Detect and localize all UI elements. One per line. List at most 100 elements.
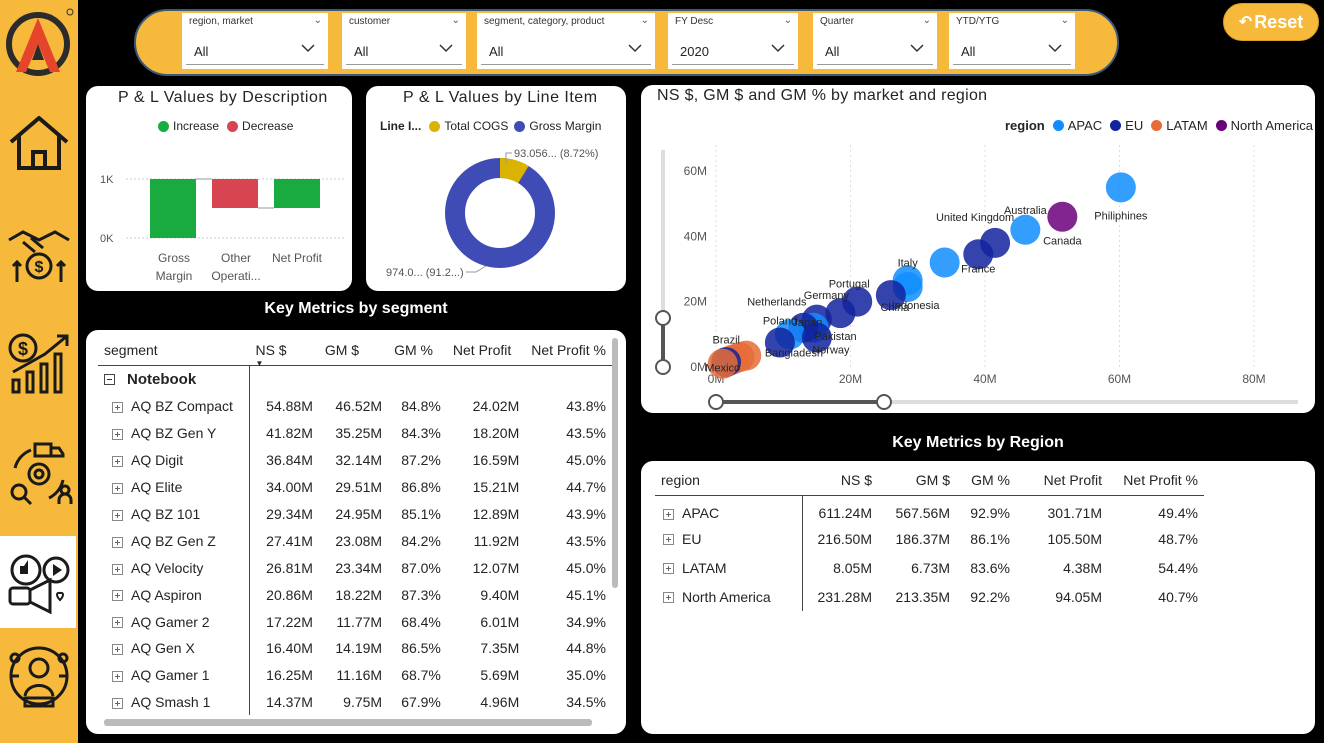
table-row[interactable]: AQ BZ 101 29.34M 24.95M 85.1% 12.89M 43.9% bbox=[98, 500, 612, 528]
table-cell: 9.40M bbox=[480, 586, 520, 603]
nav-home[interactable] bbox=[0, 96, 78, 188]
y-tick: 20M bbox=[684, 295, 707, 309]
table-row[interactable]: AQ Aspiron 20.86M 18.22M 87.3% 9.40M 45.1% bbox=[98, 581, 612, 609]
nav-marketing[interactable] bbox=[0, 536, 76, 628]
nav-supply-chain[interactable] bbox=[0, 426, 78, 518]
nav-sales[interactable]: $ bbox=[0, 206, 78, 298]
expand-icon[interactable] bbox=[112, 536, 123, 548]
expand-icon[interactable] bbox=[663, 563, 674, 575]
horizontal-scrollbar[interactable] bbox=[104, 719, 592, 726]
expand-icon[interactable] bbox=[663, 534, 674, 546]
slicer-quarter[interactable]: Quarter ⌄ All bbox=[813, 13, 937, 69]
scatter-point[interactable] bbox=[1010, 214, 1041, 245]
y-zoom-handle-top[interactable] bbox=[655, 310, 671, 326]
column-header[interactable]: NS $ ▼ bbox=[249, 335, 319, 368]
table-row[interactable]: AQ Gen X 16.40M 14.19M 86.5% 7.35M 44.8% bbox=[98, 635, 612, 662]
point-label: Brazil bbox=[713, 335, 741, 347]
x-label: Gross bbox=[158, 251, 190, 265]
expand-icon[interactable] bbox=[663, 508, 674, 520]
bar-gross-margin[interactable] bbox=[150, 179, 196, 238]
table-row[interactable]: APAC 611.24M 567.56M 92.9% 301.71M 49.4% bbox=[655, 495, 1204, 524]
column-header[interactable]: Net Profit % bbox=[1108, 465, 1204, 496]
slicer-dropdown[interactable]: 2020 bbox=[672, 37, 794, 65]
expand-icon[interactable] bbox=[112, 590, 123, 602]
column-header[interactable]: GM % bbox=[388, 335, 447, 366]
expand-icon[interactable] bbox=[112, 617, 123, 629]
slicer-segment-category-product[interactable]: segment, category, product ⌄ All bbox=[477, 13, 655, 69]
bar-net-profit[interactable] bbox=[274, 179, 320, 208]
slicer-chevron-icon[interactable]: ⌄ bbox=[314, 15, 322, 26]
group-row[interactable]: Notebook bbox=[98, 365, 612, 393]
expand-icon[interactable] bbox=[112, 509, 123, 521]
slicer-dropdown[interactable]: All bbox=[953, 37, 1071, 65]
slicer-customer[interactable]: customer ⌄ All bbox=[342, 13, 466, 69]
table-row[interactable]: AQ Gamer 1 16.25M 11.16M 68.7% 5.69M 35.0% bbox=[98, 661, 612, 689]
expand-icon[interactable] bbox=[112, 456, 123, 468]
table-row[interactable]: AQ BZ Gen Y 41.82M 35.25M 84.3% 18.20M 43.5% bbox=[98, 419, 612, 447]
bar-other-operating[interactable] bbox=[212, 179, 258, 208]
slicer-dropdown[interactable]: All bbox=[481, 37, 651, 65]
table-cell: 14.37M bbox=[266, 694, 313, 711]
slicer-chevron-icon[interactable]: ⌄ bbox=[1061, 15, 1069, 26]
expand-icon[interactable] bbox=[112, 429, 123, 441]
table-row[interactable]: AQ Digit 36.84M 32.14M 87.2% 16.59M 45.0% bbox=[98, 446, 612, 474]
table-cell: 18.20M bbox=[472, 425, 520, 442]
column-header[interactable]: NS $ bbox=[802, 465, 878, 496]
table-row[interactable]: AQ Gamer 2 17.22M 11.77M 68.4% 6.01M 34.9% bbox=[98, 608, 612, 636]
reset-button[interactable]: ↶ Reset bbox=[1223, 3, 1319, 41]
row-label: North America bbox=[682, 588, 771, 605]
scatter-point[interactable] bbox=[1105, 172, 1136, 203]
column-header[interactable]: GM % bbox=[956, 465, 1016, 496]
collapse-icon[interactable] bbox=[104, 374, 115, 386]
slicer-chevron-icon[interactable]: ⌄ bbox=[923, 15, 931, 26]
expand-icon[interactable] bbox=[112, 698, 123, 710]
table-row[interactable]: North America 231.28M 213.35M 92.2% 94.05M 40… bbox=[655, 582, 1204, 611]
expand-icon[interactable] bbox=[112, 563, 123, 575]
column-header[interactable]: Net Profit % bbox=[525, 335, 612, 366]
scatter-point[interactable] bbox=[929, 247, 960, 278]
slicer-value: All bbox=[354, 44, 369, 59]
table-row[interactable]: EU 216.50M 186.37M 86.1% 105.50M 48.7% bbox=[655, 524, 1204, 553]
table-row[interactable]: LATAM 8.05M 6.73M 83.6% 4.38M 54.4% bbox=[655, 553, 1204, 582]
vertical-scrollbar[interactable] bbox=[612, 338, 618, 588]
expand-icon[interactable] bbox=[112, 671, 123, 683]
slicer-chevron-icon[interactable]: ⌄ bbox=[784, 15, 792, 26]
column-header[interactable]: region bbox=[655, 465, 802, 496]
slicer-dropdown[interactable]: All bbox=[817, 37, 933, 65]
point-label: Italy bbox=[898, 257, 919, 269]
slicer-dropdown[interactable]: All bbox=[346, 37, 462, 65]
expand-icon[interactable] bbox=[112, 644, 123, 656]
donut-slice-gross-margin[interactable] bbox=[445, 158, 555, 268]
slicer-dropdown[interactable]: All bbox=[186, 37, 324, 65]
expand-icon[interactable] bbox=[663, 592, 674, 604]
expand-icon[interactable] bbox=[112, 482, 123, 494]
scatter-point[interactable] bbox=[1047, 201, 1078, 232]
column-header[interactable]: segment bbox=[98, 335, 250, 366]
table-row[interactable]: AQ Smash 1 14.37M 9.75M 67.9% 4.96M 34.5% bbox=[98, 688, 612, 715]
table-row[interactable]: AQ BZ Compact 54.88M 46.52M 84.8% 24.02M 43.8… bbox=[98, 393, 612, 420]
slicer-region-market[interactable]: region, market ⌄ All bbox=[182, 13, 328, 69]
y-zoom-handle-bottom[interactable] bbox=[655, 359, 671, 375]
column-header[interactable]: Net Profit bbox=[1016, 465, 1108, 496]
slicer-chevron-icon[interactable]: ⌄ bbox=[641, 15, 649, 26]
table-cell: 45.1% bbox=[566, 586, 606, 603]
nav-executive[interactable] bbox=[0, 630, 78, 722]
column-header[interactable]: GM $ bbox=[878, 465, 956, 496]
slicer-chevron-icon[interactable]: ⌄ bbox=[452, 15, 460, 26]
table-row[interactable]: AQ Elite 34.00M 29.51M 86.8% 15.21M 44.7% bbox=[98, 473, 612, 501]
expand-icon[interactable] bbox=[112, 402, 123, 414]
slicer-title: region, market bbox=[189, 16, 253, 27]
nav-finance[interactable]: $ bbox=[0, 316, 78, 408]
slicer-ytd-ytg[interactable]: YTD/YTG ⌄ All bbox=[949, 13, 1075, 69]
x-zoom-handle-right[interactable] bbox=[876, 394, 892, 410]
column-header[interactable]: GM $ bbox=[318, 335, 389, 366]
slicer-fy-desc[interactable]: FY Desc ⌄ 2020 bbox=[668, 13, 798, 69]
table-row[interactable]: AQ Velocity 26.81M 23.34M 87.0% 12.07M 45.0% bbox=[98, 554, 612, 582]
row-label-cell: AQ Aspiron bbox=[98, 581, 250, 609]
table-cell: 34.5% bbox=[566, 694, 606, 711]
table-cell: 67.9% bbox=[401, 694, 441, 711]
column-header[interactable]: Net Profit bbox=[446, 335, 526, 366]
table-cell: 44.7% bbox=[566, 479, 606, 496]
x-zoom-handle-left[interactable] bbox=[708, 394, 724, 410]
table-row[interactable]: AQ BZ Gen Z 27.41M 23.08M 84.2% 11.92M 43.5% bbox=[98, 527, 612, 555]
